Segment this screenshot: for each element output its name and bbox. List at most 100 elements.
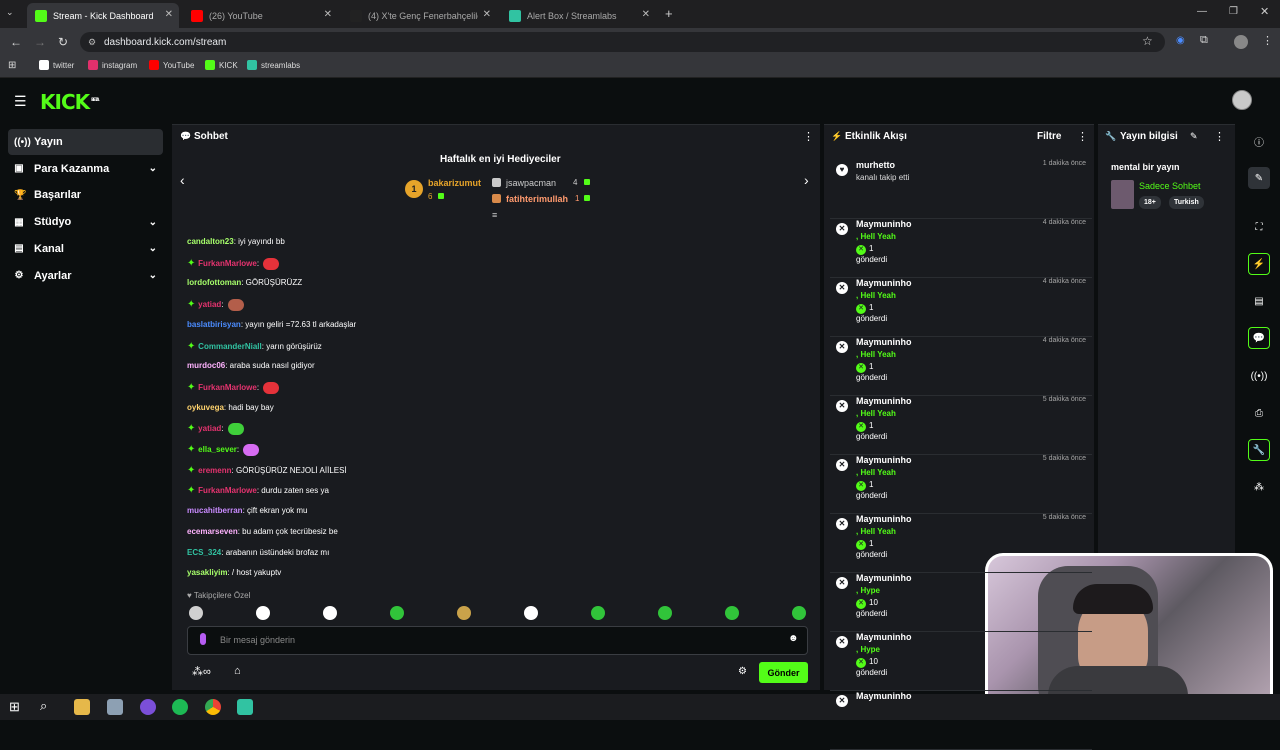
event-username[interactable]: Maymuninho [856, 573, 912, 583]
chat-username[interactable]: CommanderNiall [198, 342, 262, 351]
microphone-icon[interactable] [200, 633, 206, 645]
apps-grid-icon[interactable]: ⊞ [8, 60, 16, 71]
reload-icon[interactable]: ↻ [58, 35, 68, 49]
event-username[interactable]: Maymuninho [856, 219, 912, 229]
forward-icon[interactable]: → [34, 35, 46, 49]
chat-username[interactable]: FurkanMarlowe [198, 486, 257, 495]
sidebar-item[interactable]: ⚙ Ayarlar ⌄ [8, 263, 163, 289]
broadcast-signal-icon[interactable]: ((•)) [1248, 365, 1270, 387]
bookmark-item[interactable]: KICK [205, 60, 238, 70]
quick-emote-icon[interactable] [390, 606, 404, 620]
emoji-picker-icon[interactable]: ☻ [788, 633, 799, 644]
quick-emote-icon[interactable] [792, 606, 806, 620]
quick-emote-icon[interactable] [457, 606, 471, 620]
tab-close-icon[interactable]: ✕ [324, 9, 332, 20]
quick-emote-icon[interactable] [524, 606, 538, 620]
sidebar-item[interactable]: ▦ Stüdyo ⌄ [8, 209, 163, 235]
chat-username[interactable]: yasakliyim [187, 568, 227, 577]
event-username[interactable]: murhetto [856, 160, 895, 170]
hamburger-menu-icon[interactable]: ☰ [14, 93, 27, 110]
category-link[interactable]: Sadece Sohbet [1139, 181, 1201, 191]
quick-emote-icon[interactable] [658, 606, 672, 620]
minimize-icon[interactable]: — [1197, 6, 1207, 17]
browser-tab[interactable]: (26) YouTube ✕ [183, 3, 338, 28]
tab-list-icon[interactable]: ⌄ [6, 7, 14, 18]
event-username[interactable]: Maymuninho [856, 632, 912, 642]
wrench-toggle-icon[interactable]: 🔧 [1248, 439, 1270, 461]
bookmark-item[interactable]: streamlabs [247, 60, 300, 70]
event-username[interactable]: Maymuninho [856, 396, 912, 406]
chat-username[interactable]: oykuvega [187, 403, 224, 412]
search-icon[interactable]: ⌕ [40, 698, 47, 714]
crop-icon[interactable]: ⛶ [1248, 216, 1270, 238]
notes-icon[interactable]: ▤ [1248, 290, 1270, 312]
browser-tab[interactable]: Stream - Kick Dashboard ✕ [27, 3, 179, 28]
bookmark-item[interactable]: instagram [88, 60, 137, 70]
chat-username[interactable]: ecemarseven [187, 527, 238, 536]
tab-close-icon[interactable]: ✕ [165, 9, 173, 20]
sidebar-item[interactable]: ▤ Kanal ⌄ [8, 236, 163, 262]
chat-username[interactable]: eremenn [198, 466, 231, 475]
edit-icon[interactable]: ✎ [1248, 167, 1270, 189]
gifter-name-2[interactable]: jsawpacman [506, 178, 556, 188]
back-icon[interactable]: ← [10, 35, 22, 49]
store-icon[interactable]: ⌂ [234, 665, 241, 677]
quick-emote-icon[interactable] [256, 606, 270, 620]
filter-button[interactable]: Filtre [1037, 131, 1061, 142]
printer-icon[interactable]: ⎙ [1248, 402, 1270, 424]
maximize-icon[interactable]: ❐ [1229, 6, 1238, 17]
send-button[interactable]: Gönder [759, 662, 808, 683]
bookmark-item[interactable]: YouTube [149, 60, 194, 70]
file-explorer-icon[interactable] [74, 699, 90, 715]
chat-username[interactable]: yatiad [198, 300, 221, 309]
windows-start-icon[interactable]: ⊞ [9, 699, 20, 715]
taskbar-app-icon[interactable] [107, 699, 123, 715]
chat-username[interactable]: ECS_324 [187, 548, 221, 557]
tab-close-icon[interactable]: ✕ [642, 9, 650, 20]
info-icon[interactable]: ⓘ [1248, 130, 1270, 152]
stream-info-menu-icon[interactable]: ⋮ [1214, 130, 1225, 143]
extension-icon[interactable]: ◉ [1176, 35, 1185, 46]
address-bar[interactable]: ⚙ dashboard.kick.com/stream [80, 32, 1165, 52]
event-username[interactable]: Maymuninho [856, 691, 912, 701]
chrome-icon[interactable] [205, 699, 221, 715]
chat-username[interactable]: murdoc06 [187, 361, 225, 370]
collapse-icon[interactable]: ≡ [492, 210, 497, 220]
profile-avatar[interactable] [1234, 35, 1248, 49]
chat-username[interactable]: candalton23 [187, 237, 234, 246]
activity-lightning-icon[interactable]: ⚡ [1248, 253, 1270, 275]
gifters-prev-icon[interactable]: ‹ [180, 172, 185, 188]
quick-emote-icon[interactable] [725, 606, 739, 620]
chat-settings-icon[interactable]: ⚙ [738, 666, 747, 677]
gifter-name-3[interactable]: fatihterimullah [506, 194, 568, 204]
gifters-next-icon[interactable]: › [804, 172, 809, 188]
chat-username[interactable]: yatiad [198, 424, 221, 433]
bookmark-item[interactable]: twitter [39, 60, 74, 70]
kick-logo[interactable]: KICK BETA [40, 90, 99, 114]
sidebar-item[interactable]: ((•)) Yayın [8, 129, 163, 155]
new-tab-button[interactable]: + [665, 6, 673, 21]
edit-pencil-icon[interactable]: ✎ [1190, 131, 1198, 142]
bookmark-star-icon[interactable]: ☆ [1142, 34, 1153, 48]
chat-username[interactable]: ella_sever [198, 445, 237, 454]
activity-menu-icon[interactable]: ⋮ [1077, 130, 1088, 143]
category-thumbnail[interactable] [1111, 180, 1134, 209]
close-window-icon[interactable]: ✕ [1260, 5, 1269, 18]
quick-emote-icon[interactable] [323, 606, 337, 620]
streamlabs-icon[interactable] [237, 699, 253, 715]
quick-emote-icon[interactable] [189, 606, 203, 620]
discord-icon[interactable] [140, 699, 156, 715]
sidebar-item[interactable]: 🏆 Başarılar [8, 182, 163, 208]
browser-tab[interactable]: Alert Box / Streamlabs ✕ [501, 3, 656, 28]
connections-icon[interactable]: ⁂ [1248, 476, 1270, 498]
chat-username[interactable]: lordofottoman [187, 278, 241, 287]
user-avatar[interactable] [1232, 90, 1252, 110]
extensions-puzzle-icon[interactable]: ⧉ [1200, 34, 1208, 47]
spotify-icon[interactable] [172, 699, 188, 715]
event-username[interactable]: Maymuninho [856, 337, 912, 347]
site-info-icon[interactable]: ⚙ [88, 37, 96, 48]
event-username[interactable]: Maymuninho [856, 514, 912, 524]
gifter-name-1[interactable]: bakarizumut [428, 178, 481, 188]
tab-close-icon[interactable]: ✕ [483, 9, 491, 20]
quick-emote-icon[interactable] [591, 606, 605, 620]
